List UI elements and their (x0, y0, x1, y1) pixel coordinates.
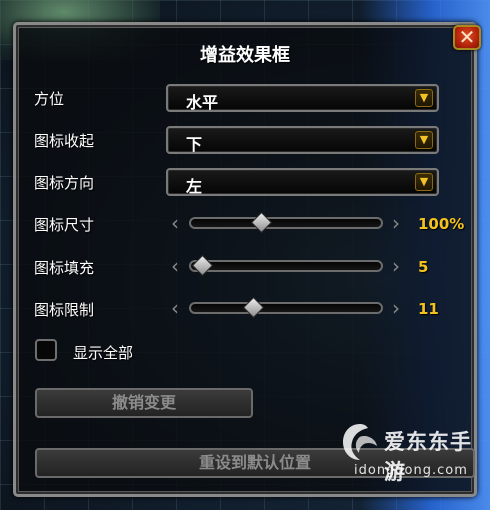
direction-label: 图标方向 (34, 174, 95, 192)
direction-dropdown-value: 左 (186, 177, 203, 196)
fill-decrease-arrow-icon[interactable]: ‹ (168, 256, 182, 276)
size-slider[interactable] (189, 211, 383, 234)
close-icon: ✕ (458, 25, 476, 49)
revert-changes-button[interactable]: 撤销变更 (35, 388, 253, 418)
show-all-checkbox[interactable] (35, 339, 57, 361)
close-button[interactable]: ✕ (453, 25, 481, 50)
position-dropdown-value: 水平 (186, 93, 219, 112)
size-value: 100% (418, 215, 465, 233)
panel-title: 增益效果框 (200, 45, 290, 66)
fill-label: 图标填充 (34, 259, 95, 277)
watermark-domain-text: idongdong.com (354, 463, 468, 478)
chevron-down-icon[interactable]: ▼ (415, 173, 433, 191)
collapse-dropdown[interactable]: 下 ▼ (166, 126, 439, 154)
limit-slider[interactable] (189, 296, 383, 319)
watermark-logo-icon (343, 424, 377, 460)
limit-decrease-arrow-icon[interactable]: ‹ (168, 298, 182, 318)
chevron-down-icon[interactable]: ▼ (415, 89, 433, 107)
limit-value: 11 (418, 300, 439, 318)
collapse-label: 图标收起 (34, 132, 95, 150)
size-label: 图标尺寸 (34, 216, 95, 234)
position-label: 方位 (34, 90, 65, 108)
fill-increase-arrow-icon[interactable]: › (389, 256, 403, 276)
limit-increase-arrow-icon[interactable]: › (389, 298, 403, 318)
watermark: 爱东东手游 idongdong.com (340, 422, 485, 486)
direction-dropdown[interactable]: 左 ▼ (166, 168, 439, 196)
collapse-dropdown-value: 下 (186, 135, 203, 154)
limit-label: 图标限制 (34, 301, 95, 319)
fill-value: 5 (418, 258, 429, 276)
show-all-label: 显示全部 (73, 344, 134, 362)
size-increase-arrow-icon[interactable]: › (389, 213, 403, 233)
fill-slider[interactable] (189, 254, 383, 277)
position-dropdown[interactable]: 水平 ▼ (166, 84, 439, 112)
size-decrease-arrow-icon[interactable]: ‹ (168, 213, 182, 233)
chevron-down-icon[interactable]: ▼ (415, 131, 433, 149)
